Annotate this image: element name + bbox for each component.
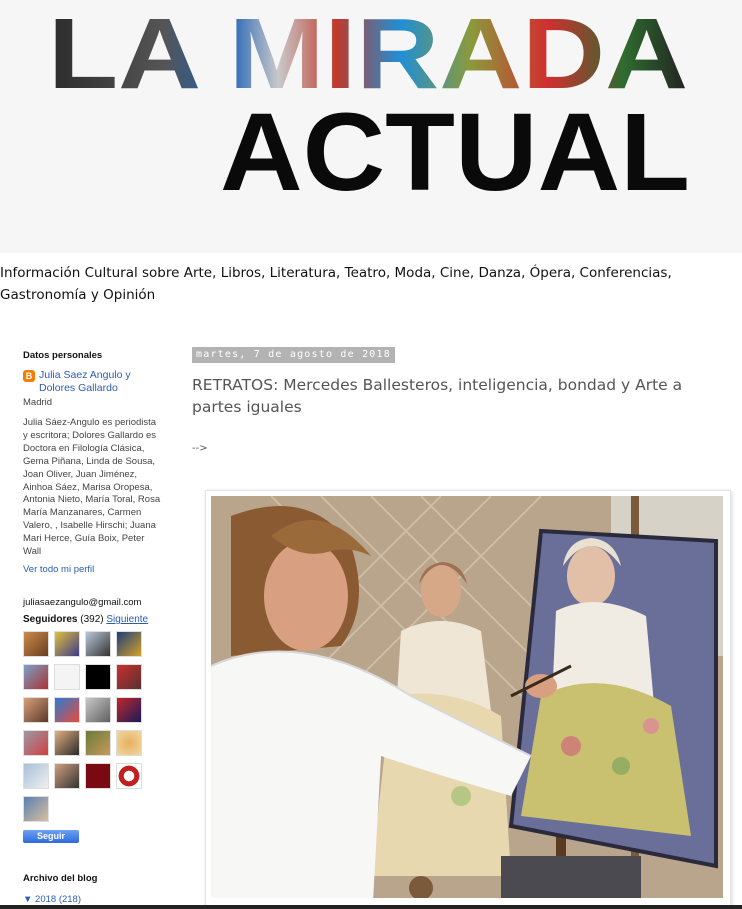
follower-avatar[interactable] — [85, 630, 111, 657]
blog-archive-heading: Archivo del blog — [23, 872, 98, 884]
follower-avatar[interactable] — [116, 663, 142, 690]
blog-header-banner[interactable]: LA MIRADA ACTUAL — [0, 0, 742, 253]
post-image[interactable] — [205, 490, 731, 907]
follower-avatar[interactable] — [54, 663, 80, 690]
post-date-header: martes, 7 de agosto de 2018 — [192, 347, 395, 363]
follower-avatar[interactable] — [54, 696, 80, 723]
follow-button[interactable]: Seguir — [23, 829, 79, 843]
post-title[interactable]: RETRATOS: Mercedes Ballesteros, intelige… — [192, 374, 712, 418]
follower-avatar[interactable] — [54, 729, 80, 756]
follower-avatar[interactable] — [116, 630, 142, 657]
personal-info-heading: Datos personales — [23, 350, 103, 361]
followers-count: (392) — [80, 613, 104, 625]
painter-portrait-photo — [211, 496, 723, 898]
sidebar: Datos personales B Julia Saez Angulo y D… — [23, 350, 163, 905]
blog-title-art: LA MIRADA ACTUAL — [48, 0, 690, 214]
follower-avatar[interactable] — [116, 696, 142, 723]
follower-avatar[interactable] — [54, 762, 80, 789]
follower-avatar[interactable] — [85, 762, 111, 789]
follower-avatar[interactable] — [54, 630, 80, 657]
title-line-2: ACTUAL — [220, 91, 690, 214]
follower-avatar[interactable] — [116, 729, 142, 756]
follower-avatar[interactable] — [85, 729, 111, 756]
follower-avatar[interactable] — [23, 630, 49, 657]
follower-avatar[interactable] — [23, 795, 49, 822]
follower-avatar[interactable] — [85, 663, 111, 690]
follower-avatar[interactable] — [23, 663, 49, 690]
view-full-profile-link[interactable]: Ver todo mi perfil — [23, 564, 163, 575]
followers-label: Seguidores — [23, 613, 78, 625]
blog-description: Información Cultural sobre Arte, Libros,… — [0, 265, 672, 303]
browser-scrollbar-edge — [0, 905, 742, 909]
stray-comment-text: --> — [192, 443, 208, 454]
profile-row: B Julia Saez Angulo y Dolores Gallardo — [23, 369, 163, 395]
follower-avatar[interactable] — [116, 762, 142, 789]
follower-avatar[interactable] — [23, 696, 49, 723]
follower-avatar[interactable] — [23, 762, 49, 789]
profile-bio: Julia Sáez-Angulo es periodista y escrit… — [23, 417, 161, 558]
archive-year-toggle[interactable]: ▼ 2018 (218) — [23, 894, 163, 905]
blogger-icon: B — [23, 370, 35, 382]
follower-avatar[interactable] — [85, 696, 111, 723]
followers-grid — [23, 630, 163, 822]
contact-email: juliasaezangulo@gmail.com — [23, 596, 142, 608]
followers-heading: Seguidores (392) Siguiente — [23, 614, 163, 625]
profile-location: Madrid — [23, 397, 53, 408]
followers-next-link[interactable]: Siguiente — [106, 614, 148, 625]
follower-avatar[interactable] — [23, 729, 49, 756]
profile-name-link[interactable]: Julia Saez Angulo y Dolores Gallardo — [39, 369, 163, 395]
